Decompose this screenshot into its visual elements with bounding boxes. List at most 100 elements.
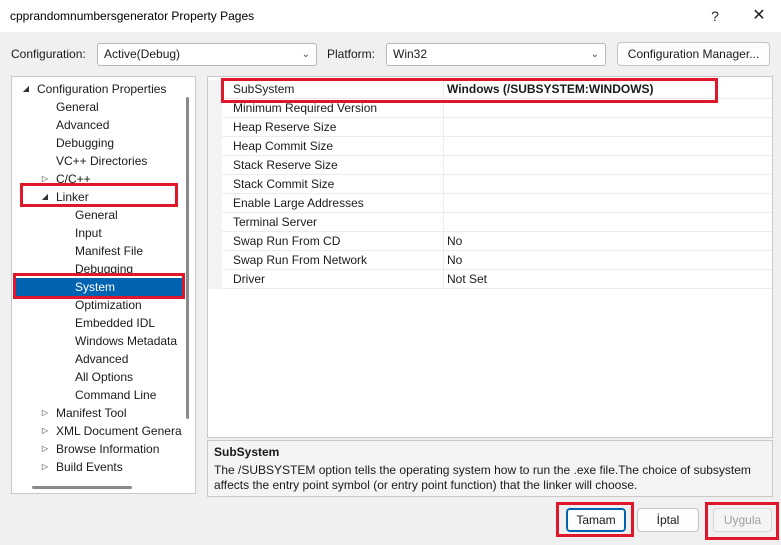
property-name: Stack Commit Size <box>233 177 335 191</box>
tree-item[interactable]: Advanced <box>12 116 184 134</box>
tree-item-label: Input <box>75 226 102 240</box>
tree-item-label: VC++ Directories <box>56 154 148 168</box>
tree-item-label: Windows Metadata <box>75 334 178 348</box>
apply-button[interactable]: Uygula <box>713 508 772 532</box>
tree-item[interactable]: Embedded IDL <box>12 314 184 332</box>
tree-item-label: System <box>75 280 116 294</box>
tree-item-label: Command Line <box>75 388 157 402</box>
expanded-triangle-icon[interactable]: ◢ <box>21 80 31 98</box>
property-row[interactable]: Minimum Required Version <box>208 99 772 118</box>
tree-item[interactable]: ▷ Build Events <box>12 458 184 476</box>
property-tree[interactable]: ▷ Build Events ▷ Browse Information ▷ XML Doc… <box>11 76 196 494</box>
property-value[interactable]: Not Set <box>447 270 487 289</box>
property-row[interactable]: Driver Not Set <box>208 270 772 289</box>
property-value[interactable]: Windows (/SUBSYSTEM:WINDOWS) <box>447 80 654 99</box>
property-value[interactable]: No <box>447 232 462 251</box>
tree-item[interactable]: ◢ Linker <box>12 188 184 206</box>
row-gutter <box>208 213 222 232</box>
ok-button[interactable]: Tamam <box>566 508 626 532</box>
description-title: SubSystem <box>214 445 280 459</box>
property-row[interactable]: Terminal Server <box>208 213 772 232</box>
tree-item-label: General <box>56 100 99 114</box>
tree-item-label: Optimization <box>75 298 142 312</box>
configuration-manager-button[interactable]: Configuration Manager... <box>617 42 770 66</box>
tree-item[interactable]: ▷ XML Document Genera <box>12 422 184 440</box>
tree-item-label: Configuration Properties <box>37 82 167 96</box>
property-value[interactable]: No <box>447 251 462 270</box>
tree-item[interactable]: Manifest File <box>12 242 184 260</box>
description-pane: SubSystem The /SUBSYSTEM option tells th… <box>207 440 773 497</box>
tree-item[interactable]: Command Line <box>12 386 184 404</box>
configuration-dropdown[interactable]: Active(Debug) ⌄ <box>97 43 317 66</box>
property-row[interactable]: Heap Reserve Size <box>208 118 772 137</box>
tree-item-label: Debugging <box>75 262 134 276</box>
tree-item[interactable]: ▷ Manifest Tool <box>12 404 184 422</box>
tree-item[interactable]: ◢ Configuration Properties <box>12 80 184 98</box>
tree-item[interactable]: Advanced <box>12 350 184 368</box>
property-row[interactable]: Stack Reserve Size <box>208 156 772 175</box>
tree-item[interactable]: General <box>12 206 184 224</box>
window-title: cpprandomnumbersgenerator Property Pages <box>10 9 255 23</box>
tree-item[interactable]: Debugging <box>12 134 184 152</box>
row-gutter <box>208 251 222 270</box>
tree-vertical-scrollbar[interactable] <box>186 97 189 419</box>
tree-item-label: C/C++ <box>56 172 91 186</box>
tree-item[interactable]: General <box>12 98 184 116</box>
row-gutter <box>208 137 222 156</box>
tree-item-label: Build Events <box>56 460 123 474</box>
platform-value: Win32 <box>393 47 428 61</box>
collapsed-triangle-icon[interactable]: ▷ <box>40 404 50 422</box>
column-divider <box>443 213 444 232</box>
property-name: Terminal Server <box>233 215 318 229</box>
tree-item-label: Manifest File <box>75 244 144 258</box>
tree-item[interactable]: ▷ Browse Information <box>12 440 184 458</box>
column-divider <box>443 156 444 175</box>
title-bar: cpprandomnumbersgenerator Property Pages… <box>0 0 781 32</box>
property-name: Swap Run From CD <box>233 234 341 248</box>
chevron-down-icon: ⌄ <box>590 49 599 60</box>
chevron-down-icon: ⌄ <box>301 49 310 60</box>
close-icon[interactable]: ✕ <box>744 4 774 28</box>
tree-item-label: Linker <box>56 190 89 204</box>
property-name: Enable Large Addresses <box>233 196 364 210</box>
property-row[interactable]: SubSystem Windows (/SUBSYSTEM:WINDOWS) <box>208 80 772 99</box>
column-divider <box>443 194 444 213</box>
tree-horizontal-scrollbar[interactable] <box>32 486 132 489</box>
tree-item-label: XML Document Genera <box>56 424 182 438</box>
property-row[interactable]: Stack Commit Size <box>208 175 772 194</box>
tree-item[interactable]: Optimization <box>12 296 184 314</box>
row-gutter <box>208 99 222 118</box>
tree-item[interactable]: ▷ C/C++ <box>12 170 184 188</box>
collapsed-triangle-icon[interactable]: ▷ <box>40 458 50 476</box>
cancel-button[interactable]: İptal <box>637 508 699 532</box>
row-gutter <box>208 80 222 99</box>
row-gutter <box>208 194 222 213</box>
help-icon[interactable]: ? <box>700 4 730 28</box>
expanded-triangle-icon[interactable]: ◢ <box>40 188 50 206</box>
property-grid[interactable]: SubSystem Windows (/SUBSYSTEM:WINDOWS) Min… <box>207 76 773 438</box>
collapsed-triangle-icon[interactable]: ▷ <box>40 170 50 188</box>
tree-item[interactable]: System <box>15 278 182 296</box>
collapsed-triangle-icon[interactable]: ▷ <box>40 422 50 440</box>
property-row[interactable]: Enable Large Addresses <box>208 194 772 213</box>
tree-item-label: General <box>75 208 118 222</box>
configuration-value: Active(Debug) <box>104 47 181 61</box>
tree-item[interactable]: Input <box>12 224 184 242</box>
column-divider <box>443 175 444 194</box>
tree-item[interactable]: All Options <box>12 368 184 386</box>
collapsed-triangle-icon[interactable]: ▷ <box>40 440 50 458</box>
platform-dropdown[interactable]: Win32 ⌄ <box>386 43 606 66</box>
property-row[interactable]: Swap Run From Network No <box>208 251 772 270</box>
property-name: SubSystem <box>233 82 295 96</box>
property-name: Minimum Required Version <box>233 101 378 115</box>
property-name: Swap Run From Network <box>233 253 368 267</box>
property-row[interactable]: Swap Run From CD No <box>208 232 772 251</box>
column-divider <box>443 137 444 156</box>
column-divider <box>443 251 444 270</box>
property-row[interactable]: Heap Commit Size <box>208 137 772 156</box>
tree-item[interactable]: Windows Metadata <box>12 332 184 350</box>
tree-item[interactable]: Debugging <box>12 260 184 278</box>
row-gutter <box>208 118 222 137</box>
tree-item[interactable]: VC++ Directories <box>12 152 184 170</box>
column-divider <box>443 232 444 251</box>
